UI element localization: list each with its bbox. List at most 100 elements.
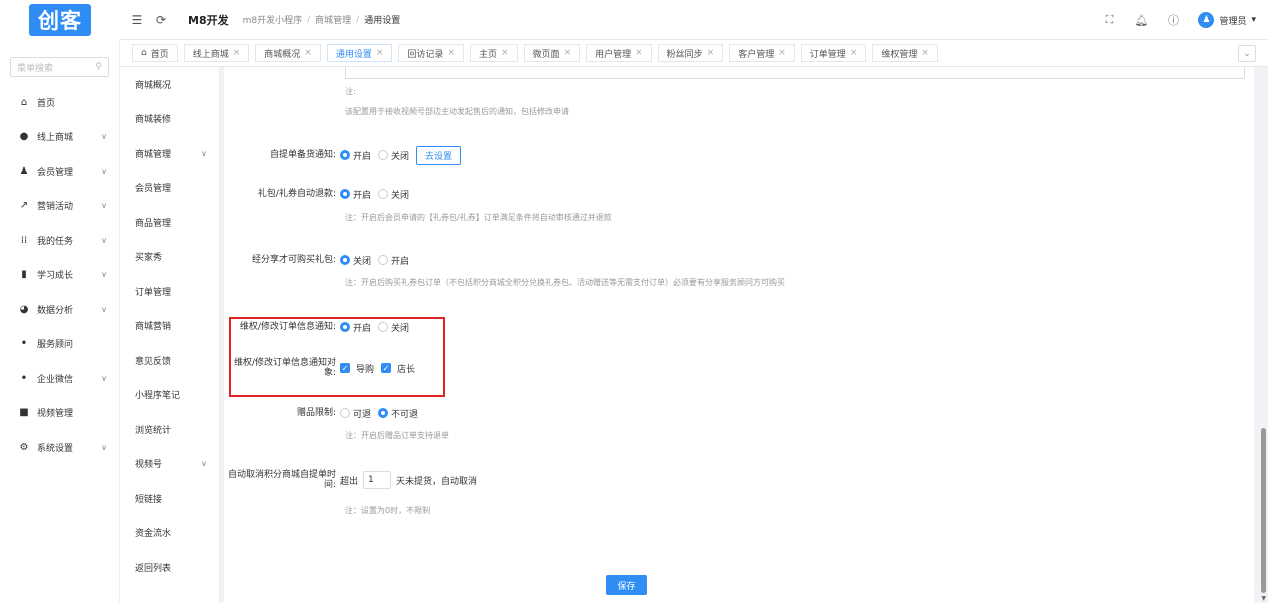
sidebar-item-tasks[interactable]: ⁞⁞ 我的任务 ∨ (0, 223, 119, 258)
user-menu[interactable]: ♟ 管理员 ▾ (1198, 12, 1256, 28)
tab-order-management[interactable]: 订单管理 × (800, 44, 867, 62)
tab-visit-records[interactable]: 回访记录 × (398, 44, 464, 62)
pickup-off-radio[interactable]: 关闭 (378, 149, 409, 162)
breadcrumb-item[interactable]: m8开发小程序 (243, 13, 303, 26)
close-icon[interactable]: × (564, 48, 572, 58)
tab-micro-page[interactable]: 微页面 × (523, 44, 581, 62)
close-icon[interactable]: × (635, 48, 643, 58)
logo: 创客 (0, 0, 120, 40)
tab-mall-overview[interactable]: 商城概况 × (255, 44, 321, 62)
close-icon[interactable]: × (376, 48, 384, 58)
manager-checkbox[interactable]: ✓ 店长 (381, 362, 415, 375)
sidebar-item-video[interactable]: ■ 视频管理 (0, 396, 119, 431)
share-on-radio[interactable]: 开启 (378, 254, 409, 267)
tab-general-settings[interactable]: 通用设置 × (326, 44, 393, 62)
sidebar-item-wecom[interactable]: ꔷ 企业微信 ∨ (0, 361, 119, 396)
gift-limit-label: 赠品限制: (296, 408, 336, 418)
gift-limit-note: 注：开启后赠品订单支持退单 (345, 431, 449, 440)
chart-icon: ↗ (19, 200, 29, 212)
menu-search-input[interactable]: 菜单搜索 ⚲ (10, 57, 109, 77)
close-icon[interactable]: × (850, 48, 858, 58)
home-icon: ⌂ (141, 48, 147, 58)
breadcrumb: m8开发小程序 / 商城管理 / 通用设置 (242, 13, 401, 27)
scroll-down-icon[interactable]: ▼ (1261, 595, 1266, 602)
sidebar-item-learning[interactable]: ▮ 学习成长 ∨ (0, 258, 119, 293)
submenu-item[interactable]: 商城装修 (120, 102, 219, 137)
tab-online-mall[interactable]: 线上商城 × (183, 44, 250, 62)
bell-icon[interactable]: 🔔︎ (1134, 14, 1148, 27)
chevron-down-icon: ∨ (101, 132, 107, 142)
submenu-item[interactable]: 买家秀 (120, 240, 219, 275)
chevron-down-icon: ∨ (101, 201, 107, 211)
submenu-item[interactable]: 会员管理 (120, 171, 219, 206)
search-icon: ⚲ (95, 62, 102, 72)
notice-textarea[interactable] (345, 67, 1245, 79)
chevron-down-icon: ∨ (101, 270, 107, 280)
gift-on-radio[interactable]: 开启 (340, 188, 371, 201)
sidebar-item-advisor[interactable]: ꔷ 服务顾问 (0, 327, 119, 362)
submenu-item[interactable]: 浏览统计 (120, 412, 219, 447)
home-icon: ⌂ (20, 96, 28, 108)
save-button[interactable]: 保存 (606, 575, 647, 595)
grid-icon: ⁞⁞ (20, 234, 28, 246)
logo-text: 创客 (29, 4, 91, 36)
tab-main-page[interactable]: 主页 × (469, 44, 518, 62)
sidebar-item-online-mall[interactable]: ● 线上商城 ∨ (0, 120, 119, 155)
sidebar-item-marketing[interactable]: ↗ 营销活动 ∨ (0, 189, 119, 224)
close-icon[interactable]: × (707, 48, 715, 58)
rights-off-radio[interactable]: 关闭 (378, 321, 409, 334)
sidebar-item-members[interactable]: ♟ 会员管理 ∨ (0, 154, 119, 189)
avatar: ♟ (1198, 12, 1215, 28)
submenu-item[interactable]: 订单管理 (120, 274, 219, 309)
share-off-radio[interactable]: 关闭 (340, 254, 371, 267)
gift-limit-refundable-radio[interactable]: 可退 (340, 407, 371, 420)
tab-customer-management[interactable]: 客户管理 × (729, 44, 795, 62)
days-input[interactable]: 1 (363, 471, 392, 489)
close-icon[interactable]: × (233, 48, 241, 58)
chevron-down-icon: ∨ (101, 235, 107, 245)
sidebar-item-home[interactable]: ⌂ 首页 (0, 85, 119, 120)
rights-notice-label: 维权/修改订单信息通知: (239, 322, 336, 332)
user-icon: ♟ (19, 165, 29, 177)
submenu-item[interactable]: 资金流水 (120, 516, 219, 551)
submenu-item-mall-management[interactable]: 商城管理 ∨ (120, 136, 219, 171)
submenu-item[interactable]: 返回列表 (120, 550, 219, 585)
submenu-item-video-channel[interactable]: 视频号 ∨ (120, 447, 219, 482)
submenu-item[interactable]: 小程序笔记 (120, 378, 219, 413)
submenu-item[interactable]: 意见反馈 (120, 343, 219, 378)
pickup-notice-label: 自提单备货通知: (269, 150, 336, 160)
sidebar-item-settings[interactable]: ⚙ 系统设置 ∨ (0, 430, 119, 465)
app-name: M8开发 (188, 13, 229, 27)
breadcrumb-item[interactable]: 商城管理 (315, 13, 351, 26)
sidebar-item-analytics[interactable]: ◕ 数据分析 ∨ (0, 292, 119, 327)
menu-fold-icon[interactable]: ☰ (130, 13, 144, 27)
refresh-icon[interactable]: ⟳ (154, 13, 168, 27)
submenu-item[interactable]: 短链接 (120, 481, 219, 516)
scrollbar[interactable] (1261, 428, 1266, 593)
close-icon[interactable]: × (778, 48, 786, 58)
shop-icon: ● (19, 131, 29, 143)
tab-home[interactable]: ⌂ 首页 (132, 44, 178, 62)
guide-checkbox[interactable]: ✓ 导购 (340, 362, 374, 375)
chevron-down-icon: ∨ (101, 304, 107, 314)
submenu-item[interactable]: 商城概况 (120, 67, 219, 102)
close-icon[interactable]: × (501, 48, 509, 58)
help-icon[interactable]: ⓘ (1166, 12, 1180, 28)
gift-off-radio[interactable]: 关闭 (378, 188, 409, 201)
close-icon[interactable]: × (447, 48, 455, 58)
chevron-down-icon: ∨ (101, 166, 107, 176)
rights-on-radio[interactable]: 开启 (340, 321, 371, 334)
tab-rights-management[interactable]: 维权管理 × (872, 44, 938, 62)
fullscreen-icon[interactable]: ⛶ (1102, 13, 1116, 27)
go-settings-button[interactable]: 去设置 (416, 145, 462, 165)
gift-limit-nonrefundable-radio[interactable]: 不可退 (378, 407, 418, 420)
share-note: 注：开启后购买礼券包订单（不包括积分商城全积分兑换礼券包、活动赠送等无需支付订单… (345, 278, 785, 287)
submenu-item[interactable]: 商城营销 (120, 309, 219, 344)
close-icon[interactable]: × (304, 48, 312, 58)
close-icon[interactable]: × (921, 48, 929, 58)
submenu-item[interactable]: 商品管理 (120, 205, 219, 240)
pickup-on-radio[interactable]: 开启 (340, 149, 371, 162)
tab-user-management[interactable]: 用户管理 × (586, 44, 652, 62)
tabs-more-chevron-icon[interactable]: ⌄ (1238, 45, 1256, 62)
tab-fan-sync[interactable]: 粉丝同步 × (657, 44, 724, 62)
